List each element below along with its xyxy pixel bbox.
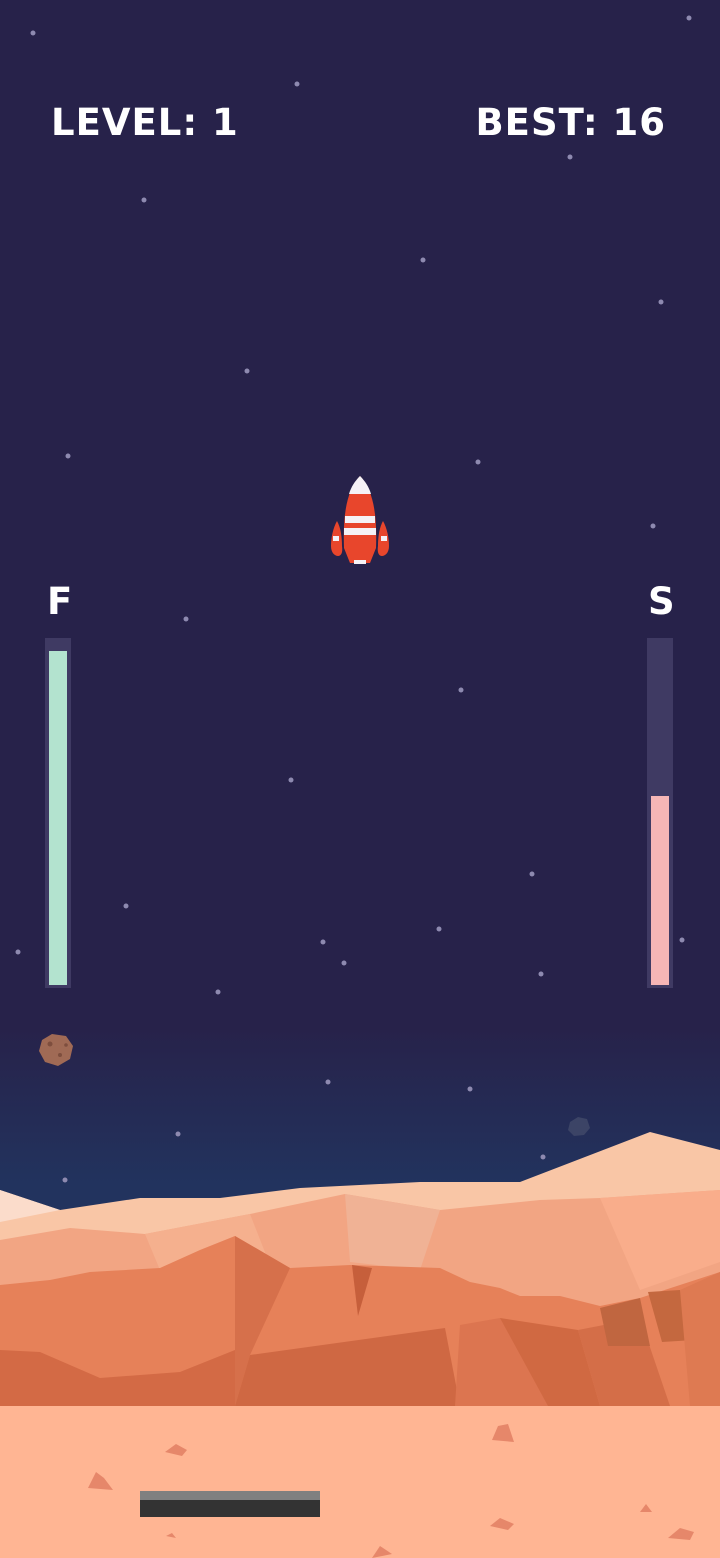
ground — [0, 1406, 720, 1558]
fuel-gauge-fill — [49, 651, 67, 985]
speed-gauge-label: S — [648, 580, 675, 623]
landing-pad — [140, 1491, 320, 1517]
game-scene — [0, 0, 720, 1558]
speed-gauge — [647, 638, 673, 988]
fuel-gauge — [45, 638, 71, 988]
speed-gauge-fill — [651, 796, 669, 985]
level-display: LEVEL: 1 — [51, 101, 239, 144]
best-score-display: BEST: 16 — [475, 101, 666, 144]
fuel-gauge-label: F — [47, 580, 73, 623]
